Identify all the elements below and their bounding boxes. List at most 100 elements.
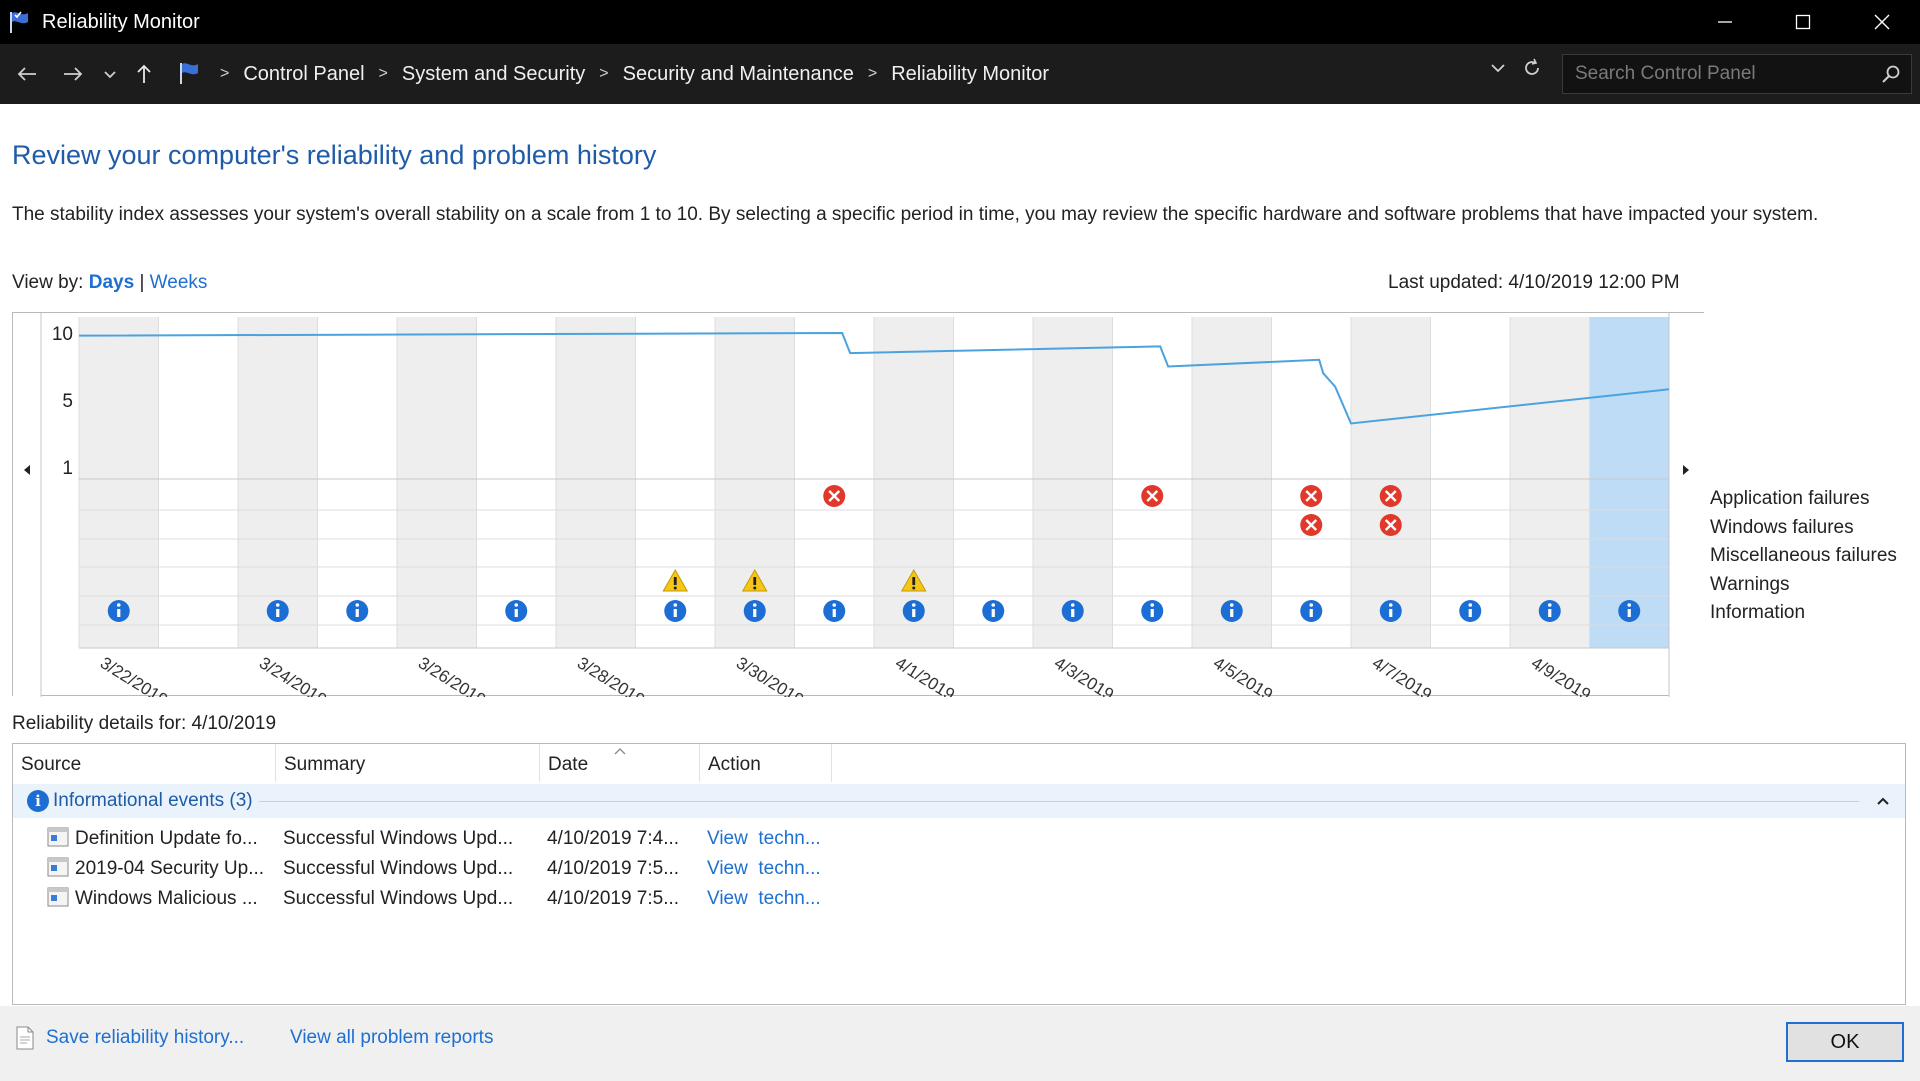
day-column[interactable] (1033, 317, 1113, 648)
minimize-icon (1718, 21, 1732, 23)
ok-button[interactable]: OK (1786, 1022, 1904, 1062)
day-column[interactable] (158, 317, 239, 648)
group-informational-events[interactable]: i Informational events (3) (13, 784, 1905, 818)
search-icon[interactable] (1881, 64, 1901, 84)
save-history[interactable]: Save reliability history... (14, 1026, 244, 1050)
breadcrumb: > Control Panel > System and Security > … (212, 44, 1055, 104)
information-glyph (1230, 609, 1234, 617)
day-column[interactable] (79, 317, 159, 648)
view-all-problem-reports-link[interactable]: View all problem reports (290, 1027, 493, 1049)
sort-ascending-icon (614, 748, 626, 755)
information-glyph (117, 609, 121, 617)
day-column[interactable] (1351, 317, 1431, 648)
close-button[interactable] (1842, 0, 1920, 44)
information-glyph (276, 609, 280, 617)
maximize-icon (1795, 14, 1811, 30)
recent-locations-button[interactable] (96, 51, 124, 97)
information-glyph (355, 603, 360, 607)
information-glyph (1548, 609, 1552, 617)
information-glyph (1070, 603, 1075, 607)
x-date-label: 3/24/2019 (256, 653, 330, 697)
legend-windows-failures: Windows failures (1710, 516, 1854, 538)
breadcrumb-separator: > (220, 65, 230, 82)
day-column[interactable] (1430, 317, 1511, 648)
save-reliability-history-link[interactable]: Save reliability history... (46, 1027, 244, 1049)
reliability-chart[interactable]: 10 5 1 3/22/2019 3/24/2019 3/26/2019 3/28/2019… (12, 312, 1705, 697)
information-glyph (275, 603, 280, 607)
minimize-button[interactable] (1685, 0, 1765, 44)
breadcrumb-system-and-security[interactable]: System and Security (396, 63, 591, 86)
information-glyph (1547, 603, 1552, 607)
column-header-action[interactable]: Action (700, 744, 832, 782)
breadcrumb-separator[interactable]: > (591, 65, 616, 83)
y-tick-label: 1 (62, 458, 73, 479)
breadcrumb-separator[interactable]: > (371, 65, 396, 83)
day-column[interactable] (1510, 317, 1590, 648)
window-title: Reliability Monitor (42, 10, 200, 33)
column-header-summary[interactable]: Summary (276, 744, 540, 782)
information-glyph (673, 609, 677, 617)
search-input[interactable] (1563, 55, 1881, 93)
day-column[interactable] (1589, 317, 1670, 648)
breadcrumb-control-panel[interactable]: Control Panel (237, 63, 370, 86)
warning-glyph (673, 586, 677, 590)
day-column[interactable] (953, 317, 1034, 648)
day-column[interactable] (715, 317, 795, 648)
day-column[interactable] (1271, 317, 1352, 648)
scroll-left-area[interactable] (13, 313, 41, 697)
information-glyph (514, 609, 518, 617)
view-by: View by: Days | Weeks (12, 272, 207, 294)
forward-button[interactable] (50, 51, 96, 97)
cell-date: 4/10/2019 7:5... (547, 858, 680, 879)
refresh-icon[interactable] (1522, 58, 1542, 78)
scroll-right-area[interactable] (1669, 313, 1705, 697)
legend-warnings: Warnings (1710, 573, 1790, 595)
view-by-separator: | (139, 272, 145, 293)
cell-source: Windows Malicious ... (75, 888, 258, 909)
last-updated: Last updated: 4/10/2019 12:00 PM (1388, 272, 1680, 293)
back-button[interactable] (4, 51, 50, 97)
information-glyph (911, 603, 916, 607)
information-glyph (1309, 609, 1313, 617)
information-glyph (991, 609, 995, 617)
table-header: Source Summary Date Action (13, 744, 1905, 782)
day-column[interactable] (556, 317, 636, 648)
information-glyph (832, 609, 836, 617)
footer-bar: Save reliability history... View all pro… (0, 1006, 1920, 1081)
x-date-label: 4/5/2019 (1210, 653, 1276, 697)
column-header-source[interactable]: Source (13, 744, 276, 782)
information-glyph (1229, 603, 1234, 607)
information-glyph (991, 603, 996, 607)
search-box[interactable] (1562, 54, 1912, 94)
day-column[interactable] (874, 317, 954, 648)
warning-glyph (912, 586, 916, 590)
day-column[interactable] (794, 317, 875, 648)
day-column[interactable] (317, 317, 398, 648)
breadcrumb-security-and-maintenance[interactable]: Security and Maintenance (617, 63, 860, 86)
information-glyph (1150, 609, 1154, 617)
day-column[interactable] (238, 317, 318, 648)
information-glyph (1388, 603, 1393, 607)
view-by-days-link[interactable]: Days (89, 272, 134, 293)
day-column[interactable] (476, 317, 557, 648)
day-column[interactable] (635, 317, 716, 648)
information-glyph (1627, 609, 1631, 617)
update-icon (47, 887, 69, 907)
chevron-up-icon[interactable] (1873, 791, 1893, 811)
breadcrumb-separator[interactable]: > (860, 65, 885, 83)
day-column[interactable] (1192, 317, 1272, 648)
up-button[interactable] (124, 51, 164, 97)
information-glyph (1309, 603, 1314, 607)
address-dropdown-icon[interactable] (1488, 58, 1508, 78)
day-column[interactable] (397, 317, 477, 648)
view-by-weeks-link[interactable]: Weeks (150, 272, 208, 293)
cell-summary: Successful Windows Upd... (283, 858, 514, 879)
y-tick-label: 5 (62, 391, 73, 412)
maximize-button[interactable] (1763, 0, 1843, 44)
table-row[interactable]: Windows Malicious ... Successful Windows … (13, 880, 1905, 916)
cell-action-link[interactable]: View techn... (707, 828, 821, 850)
breadcrumb-reliability-monitor[interactable]: Reliability Monitor (885, 63, 1055, 86)
cell-action-link[interactable]: View techn... (707, 888, 821, 910)
cell-action-link[interactable]: View techn... (707, 858, 821, 880)
y-tick-label: 10 (52, 324, 73, 345)
